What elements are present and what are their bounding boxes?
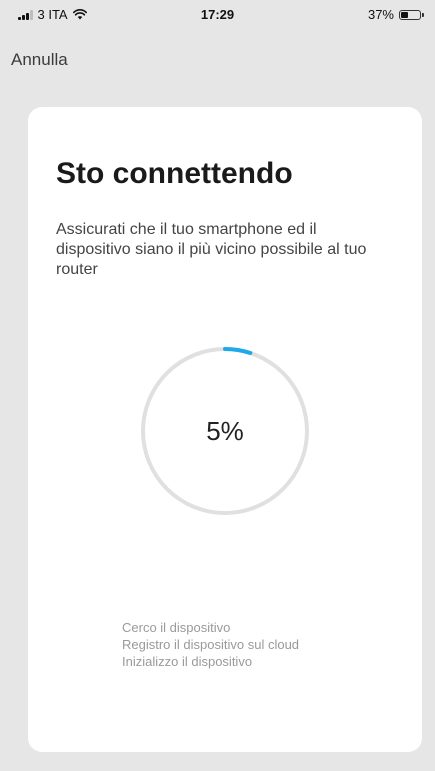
- progress-percent: 5%: [206, 416, 244, 446]
- battery-fill: [401, 11, 408, 18]
- description-text: Assicurati che il tuo smartphone ed il d…: [56, 221, 367, 278]
- connecting-card: Sto connettendo Assicurati che il tuo sm…: [28, 107, 422, 752]
- cancel-button[interactable]: Annulla: [11, 50, 68, 70]
- step-item: Inizializzo il dispositivo: [122, 654, 253, 669]
- status-bar: 3 ITA 17:29 37%: [0, 0, 435, 28]
- battery-icon: [399, 9, 424, 20]
- step-item: Cerco il dispositivo: [122, 620, 231, 635]
- battery-percent: 37%: [367, 7, 394, 22]
- page-title: Sto connettendo: [56, 157, 293, 190]
- steps-list: Cerco il dispositivo Registro il disposi…: [122, 619, 299, 670]
- status-right: 37%: [367, 7, 424, 22]
- step-item: Registro il dispositivo sul cloud: [122, 637, 300, 652]
- progress-ring: 5%: [137, 343, 313, 519]
